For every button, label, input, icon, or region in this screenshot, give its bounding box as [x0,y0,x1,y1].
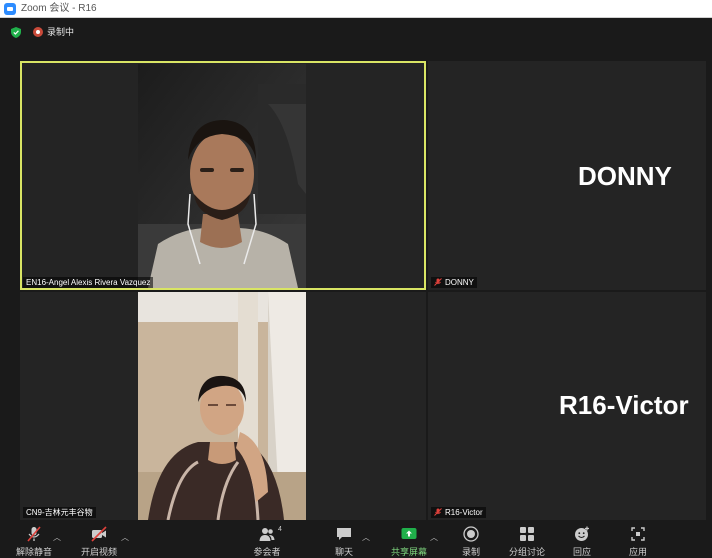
recording-icon[interactable] [33,27,43,37]
reactions-label: 回应 [572,547,591,557]
chat-label: 聊天 [334,547,353,557]
participants-label: 参会者 [253,547,281,557]
meeting-toolbar: 解除静音 ︿ 开启视频 ︿ 4 参会者 聊天 ︿ 共享屏幕 ︿ 录制 分组讨论 … [0,522,712,557]
record-icon [463,526,479,542]
participant-video [138,64,306,288]
reactions-button[interactable]: 回应 [555,526,609,557]
participant-name: DONNY [445,278,474,287]
record-label: 录制 [461,547,480,557]
emoji-reaction-icon [575,526,589,541]
share-screen-button[interactable]: 共享屏幕 [382,526,436,557]
breakout-rooms-button[interactable]: 分组讨论 [500,526,554,557]
participant-name: EN16-Angel Alexis Rivera Vazquez [26,278,151,287]
share-screen-icon [401,528,417,539]
participant-name: R16-Victor [445,508,483,517]
video-tile-r16[interactable]: R16-Victor R16-Victor [428,292,706,520]
chat-options-caret[interactable]: ︿ [362,532,370,543]
participant-name-label: EN16-Angel Alexis Rivera Vazquez [23,277,154,288]
participant-name-label: CN9-吉林元丰谷物 [23,507,96,518]
mic-muted-icon [434,278,442,286]
mic-muted-icon [27,526,41,542]
window-titlebar: Zoom 会议 - R16 [0,0,712,18]
video-tile-donny[interactable]: DONNY DONNY [428,61,706,290]
zoom-app-icon [4,3,16,15]
meeting-topbar: 录制中 [0,18,712,48]
participants-button[interactable]: 4 参会者 [240,526,294,557]
start-video-label: 开启视频 [80,547,117,557]
apps-label: 应用 [628,547,647,557]
video-tile-cn9[interactable]: CN9-吉林元丰谷物 [20,292,426,520]
camera-off-icon [91,526,107,542]
audio-options-caret[interactable]: ︿ [53,532,61,543]
share-screen-label: 共享屏幕 [390,547,427,557]
participants-icon [259,528,275,541]
share-options-caret[interactable]: ︿ [430,532,438,543]
apps-button[interactable]: 应用 [611,526,665,557]
unmute-label: 解除静音 [15,547,52,557]
window-title: Zoom 会议 - R16 [21,3,97,14]
participant-display-name: R16-Victor [559,390,689,420]
breakout-rooms-icon [520,527,534,541]
participant-display-name: DONNY [578,161,672,191]
apps-icon [631,527,645,541]
shield-icon[interactable] [11,27,21,38]
mic-muted-icon [434,508,442,516]
start-video-button[interactable]: 开启视频 [72,526,126,557]
participant-video [138,292,306,520]
record-button[interactable]: 录制 [444,526,498,557]
participant-name: CN9-吉林元丰谷物 [26,508,93,517]
recording-status: 录制中 [47,27,75,37]
breakout-rooms-label: 分组讨论 [508,547,545,557]
video-options-caret[interactable]: ︿ [121,532,129,543]
participant-name-label: DONNY [431,277,477,288]
chat-icon [337,528,351,540]
participants-count: 4 [278,526,282,533]
video-tile-en16[interactable]: EN16-Angel Alexis Rivera Vazquez [20,61,426,290]
participant-name-label: R16-Victor [431,507,486,518]
